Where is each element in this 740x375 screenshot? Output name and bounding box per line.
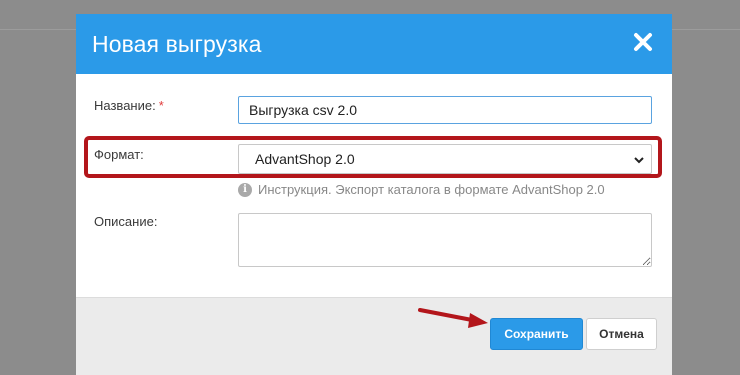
close-icon[interactable]: [632, 31, 654, 53]
name-field[interactable]: [238, 96, 652, 124]
dialog-header: Новая выгрузка: [76, 14, 672, 74]
format-selected-value: AdvantShop 2.0: [255, 151, 355, 167]
backdrop-divider-right: [672, 29, 740, 30]
backdrop-divider-left: [0, 29, 76, 30]
new-export-dialog: Новая выгрузка Название:* Формат: Advant…: [76, 14, 672, 375]
chevron-down-icon: [633, 153, 645, 169]
info-icon: i: [238, 182, 252, 197]
required-marker: *: [158, 98, 164, 113]
pointer-arrow-icon: [418, 308, 488, 328]
format-label: Формат:: [94, 147, 144, 162]
description-label: Описание:: [94, 214, 158, 229]
format-select[interactable]: AdvantShop 2.0: [238, 144, 652, 174]
cancel-button[interactable]: Отмена: [586, 318, 657, 350]
format-hint-text: Инструкция. Экспорт каталога в формате A…: [258, 182, 605, 197]
dialog-title: Новая выгрузка: [92, 31, 262, 57]
dialog-footer: Сохранить Отмена: [76, 297, 672, 375]
description-field[interactable]: [238, 213, 652, 267]
format-hint: i Инструкция. Экспорт каталога в формате…: [238, 182, 605, 197]
name-label: Название: *: [94, 98, 164, 113]
save-button[interactable]: Сохранить: [490, 318, 583, 350]
